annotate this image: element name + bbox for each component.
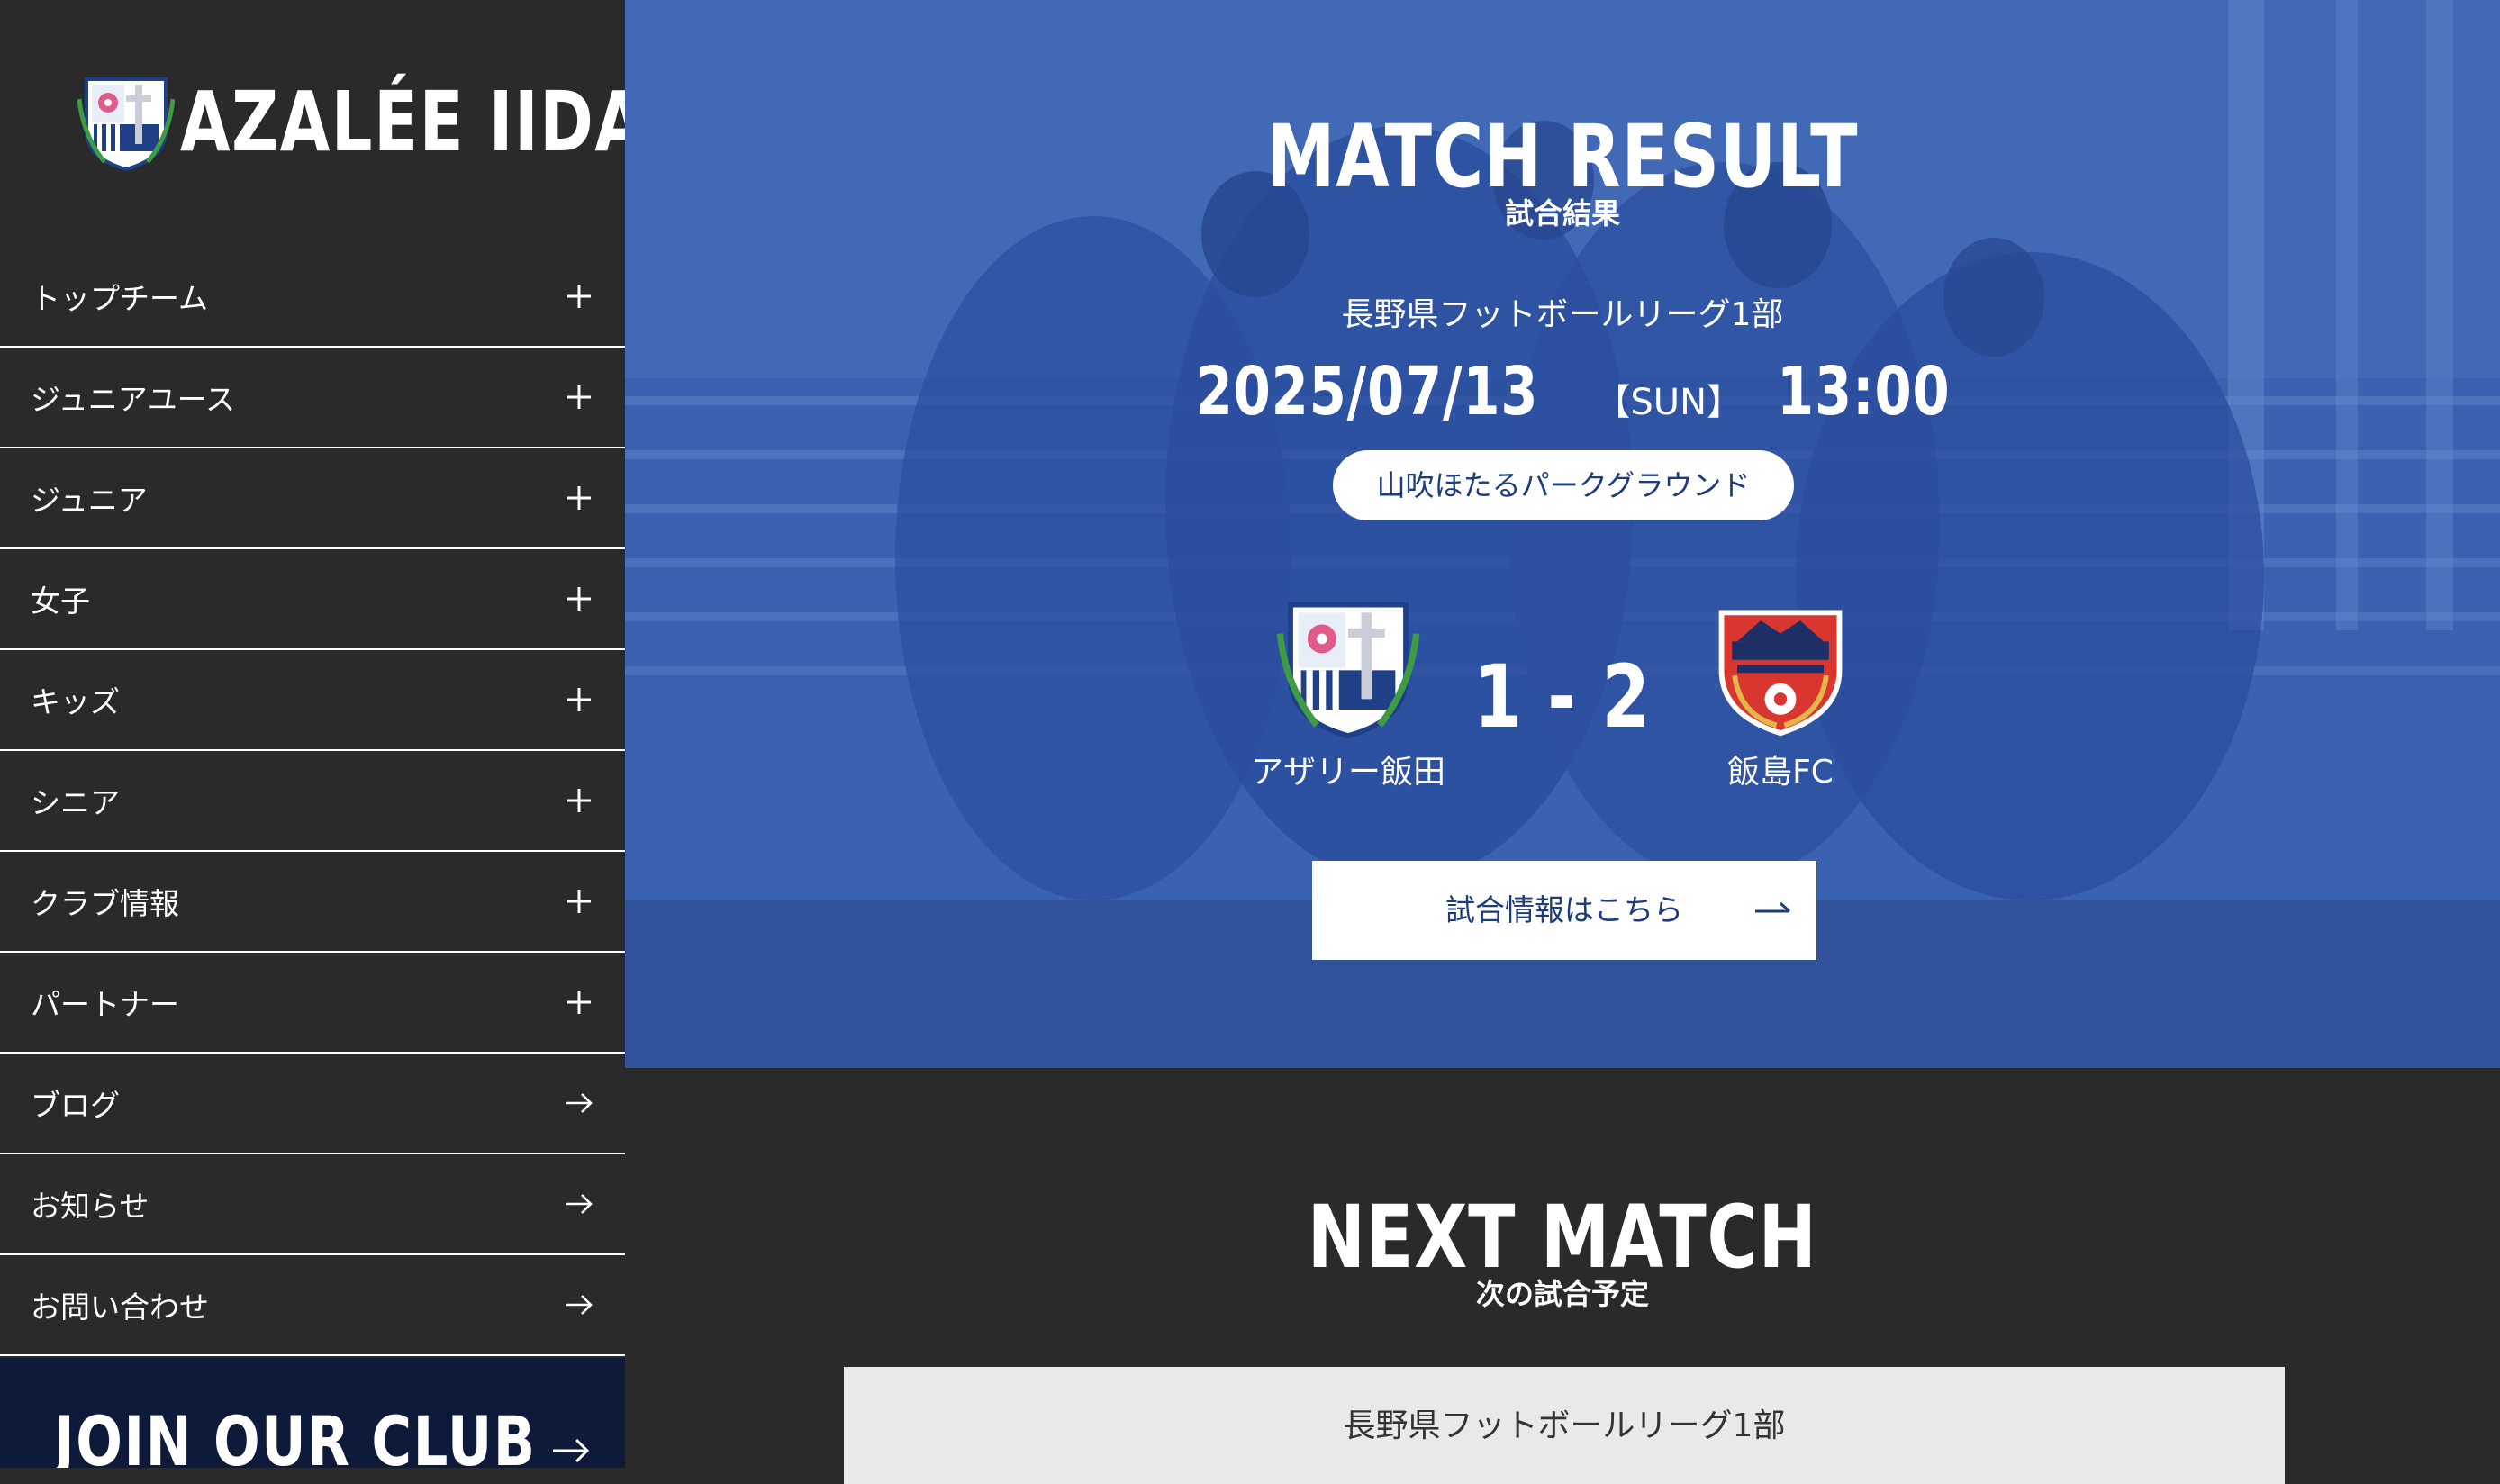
match-day: 【SUN】 xyxy=(1594,382,1743,423)
arrow-right-icon xyxy=(564,1088,594,1118)
join-label: JOIN OUR CLUB xyxy=(54,1401,537,1468)
venue-badge[interactable]: 山吹ほたるパークグラウンド xyxy=(1333,450,1794,520)
sidebar-item-junior-youth[interactable]: ジュニアユース xyxy=(0,348,625,448)
sidebar-item-junior[interactable]: ジュニア xyxy=(0,448,625,549)
away-team-name: 飯島FC xyxy=(1727,754,1834,791)
sidebar-item-women[interactable]: 女子 xyxy=(0,549,625,650)
plus-icon xyxy=(564,785,594,816)
arrow-right-icon xyxy=(564,1289,594,1320)
match-score: 1 - 2 xyxy=(625,647,2500,747)
home-team-name: アザリー飯田 xyxy=(1250,754,1445,791)
azalee-crest-icon xyxy=(77,77,175,171)
sidebar-item-label: お知らせ xyxy=(31,1189,149,1224)
match-date: 2025/07/13 xyxy=(1196,353,1539,430)
plus-icon xyxy=(564,886,594,917)
match-info-button[interactable]: 試合情報はこちら xyxy=(1312,861,1816,960)
plus-icon xyxy=(564,684,594,715)
sidebar-item-top-team[interactable]: トップチーム xyxy=(0,247,625,348)
arrow-right-icon xyxy=(553,1438,590,1463)
sidebar-item-kids[interactable]: キッズ xyxy=(0,650,625,751)
sidebar-item-label: ブログ xyxy=(31,1088,120,1123)
match-result-section: MATCH RESULT 試合結果 長野県フットボールリーグ1部 2025/07… xyxy=(625,0,2500,1068)
plus-icon xyxy=(564,382,594,412)
league-name: 長野県フットボールリーグ1部 xyxy=(1341,296,1784,333)
sidebar-item-label: キッズ xyxy=(31,684,120,719)
sidebar-item-news[interactable]: お知らせ xyxy=(0,1154,625,1255)
sidebar-item-label: パートナー xyxy=(31,987,179,1022)
score-text: 1 - 2 xyxy=(1473,647,1652,747)
away-team: 飯島FC xyxy=(1636,594,1925,792)
arrow-right-icon xyxy=(1755,901,1791,913)
arrow-right-icon xyxy=(564,1189,594,1219)
sidebar-item-partner[interactable]: パートナー xyxy=(0,953,625,1054)
sidebar-item-label: お問い合わせ xyxy=(31,1289,209,1325)
section-subtitle: 次の試合予定 xyxy=(1475,1277,1649,1311)
sidebar-nav: トップチーム ジュニアユース ジュニア 女子 キッズ シニア クラブ情報 パート… xyxy=(0,247,625,1356)
brand-name: AZALÉE IIDA xyxy=(180,73,647,170)
plus-icon xyxy=(564,584,594,614)
sidebar-item-label: ジュニア xyxy=(31,483,148,518)
sidebar-item-contact[interactable]: お問い合わせ xyxy=(0,1255,625,1356)
sidebar-item-club-info[interactable]: クラブ情報 xyxy=(0,852,625,953)
sidebar-item-label: トップチーム xyxy=(31,281,209,316)
sidebar-item-blog[interactable]: ブログ xyxy=(0,1054,625,1154)
iijima-fc-crest-icon xyxy=(1718,610,1843,737)
match-datetime: 2025/07/13 【SUN】 13:00 xyxy=(625,353,2500,430)
match-result-content: MATCH RESULT 試合結果 長野県フットボールリーグ1部 2025/07… xyxy=(625,0,2500,1068)
join-our-club-button[interactable]: JOIN OUR CLUB xyxy=(0,1358,625,1468)
plus-icon xyxy=(564,281,594,312)
league-name: 長野県フットボールリーグ1部 xyxy=(1343,1407,1786,1444)
sidebar-item-label: 女子 xyxy=(31,584,90,619)
sidebar-item-label: クラブ情報 xyxy=(31,886,179,921)
next-match-card[interactable]: 長野県フットボールリーグ1部 xyxy=(844,1367,2285,1484)
section-subtitle: 試合結果 xyxy=(1504,196,1620,231)
sidebar-item-label: シニア xyxy=(31,785,120,820)
sidebar: AZALÉE IIDA トップチーム ジュニアユース ジュニア 女子 キッズ シ… xyxy=(0,0,645,1468)
plus-icon xyxy=(564,987,594,1018)
match-info-button-label: 試合情報はこちら xyxy=(1445,892,1683,928)
match-time: 13:00 xyxy=(1777,353,1951,430)
sidebar-item-label: ジュニアユース xyxy=(31,382,236,417)
plus-icon xyxy=(564,483,594,513)
sidebar-item-senior[interactable]: シニア xyxy=(0,751,625,852)
next-match-section: NEXT MATCH 次の試合予定 長野県フットボールリーグ1部 xyxy=(625,1068,2500,1484)
